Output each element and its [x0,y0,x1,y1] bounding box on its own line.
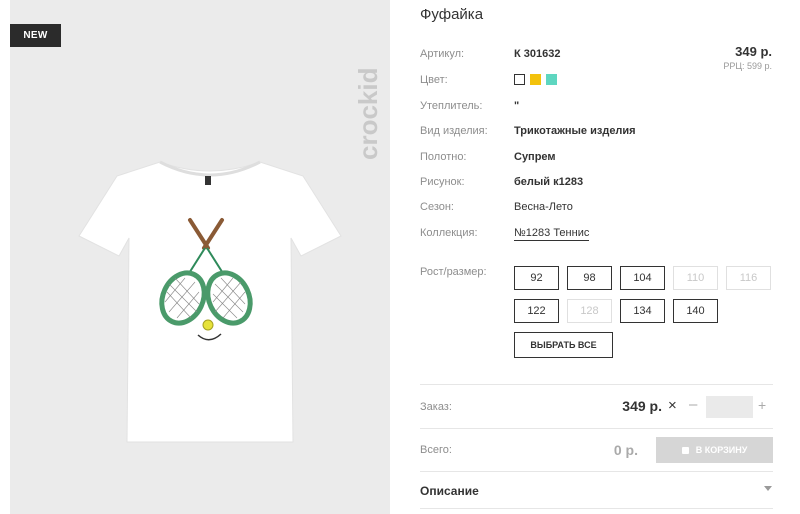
increase-quantity-button[interactable]: + [758,397,766,413]
recommended-price: РРЦ: 599 р. [723,61,772,71]
total-label: Всего: [420,444,452,456]
color-swatch-mint[interactable] [546,74,557,85]
product-title: Фуфайка [420,6,484,23]
divider [420,384,773,385]
svg-text:crockid: crockid [353,68,383,161]
cart-icon [681,447,689,455]
add-to-cart-button[interactable]: В КОРЗИНУ [656,437,773,463]
collection-value[interactable]: №1283 Теннис [514,227,590,241]
size-option-92[interactable]: 92 [514,266,559,290]
size-option-122[interactable]: 122 [514,299,559,323]
quantity-input[interactable] [706,396,753,418]
print-value: белый к1283 [514,176,584,188]
size-option-110: 110 [673,266,718,290]
size-option-104[interactable]: 104 [620,266,665,290]
insulation-value: " [514,100,520,112]
chevron-down-icon[interactable] [764,486,772,491]
color-swatch-yellow[interactable] [530,74,541,85]
select-all-button[interactable]: ВЫБРАТЬ ВСЕ [514,332,613,358]
total-value: 0 р. [613,442,638,458]
new-badge: NEW [10,24,61,47]
divider [420,508,773,509]
size-option-98[interactable]: 98 [567,266,612,290]
size-option-116: 116 [726,266,771,290]
multiply-icon: × [668,397,677,414]
item-type-value: Трикотажные изделия [514,125,636,137]
tshirt-image [78,160,342,443]
insulation-label: Утеплитель: [420,100,483,112]
season-label: Сезон: [420,201,454,213]
color-label: Цвет: [420,74,448,86]
description-toggle[interactable]: Описание [420,484,479,498]
price: 349 р. [735,44,772,59]
product-image[interactable]: NEW crockid [10,0,390,514]
color-swatch-white[interactable] [514,74,525,85]
order-price: 349 р. [622,398,662,414]
size-option-140[interactable]: 140 [673,299,718,323]
size-option-134[interactable]: 134 [620,299,665,323]
fabric-value: Супрем [514,151,556,163]
decrease-quantity-button[interactable]: – [689,396,697,413]
size-label: Рост/размер: [420,266,487,278]
collection-link[interactable]: №1283 Теннис [514,227,590,241]
divider [420,471,773,472]
item-type-label: Вид изделия: [420,125,488,137]
divider [420,428,773,429]
brand-logo: crockid [353,68,383,161]
add-to-cart-label: В КОРЗИНУ [695,445,748,455]
size-option-128: 128 [567,299,612,323]
fabric-label: Полотно: [420,151,467,163]
article-value: К 301632 [514,48,561,60]
order-label: Заказ: [420,401,452,413]
article-label: Артикул: [420,48,465,60]
print-label: Рисунок: [420,176,465,188]
collection-label: Коллекция: [420,227,478,239]
season-value: Весна-Лето [514,201,573,213]
